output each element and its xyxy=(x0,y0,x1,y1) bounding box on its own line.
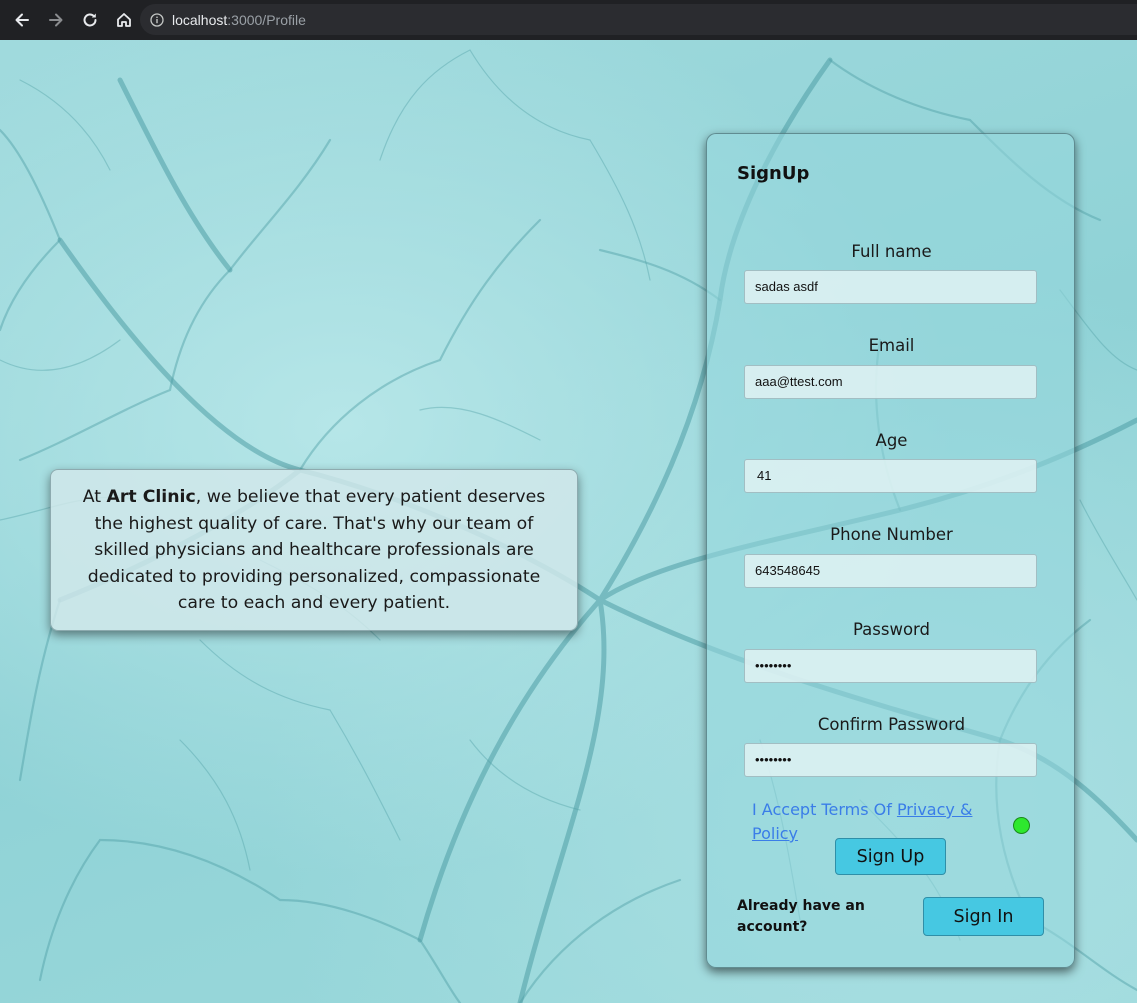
address-bar[interactable]: localhost:3000/Profile xyxy=(140,4,1137,35)
sign-up-button[interactable]: Sign Up xyxy=(835,838,946,875)
phone-input[interactable]: 643548645 xyxy=(744,554,1037,588)
home-icon[interactable] xyxy=(108,4,140,36)
phone-label: Phone Number xyxy=(830,525,953,544)
clinic-name: Art Clinic xyxy=(106,487,196,507)
age-input[interactable]: 41 xyxy=(744,459,1037,493)
age-label: Age xyxy=(875,431,908,450)
email-input[interactable]: aaa@ttest.com xyxy=(744,365,1037,399)
reload-icon[interactable] xyxy=(74,4,106,36)
password-input[interactable]: •••••••• xyxy=(744,649,1037,683)
password-label: Password xyxy=(852,620,931,639)
already-have-account-text: Already have an account? xyxy=(737,898,865,935)
sign-in-button[interactable]: Sign In xyxy=(923,897,1044,936)
browser-toolbar: localhost:3000/Profile xyxy=(0,0,1137,40)
confirm-password-label: Confirm Password xyxy=(817,715,966,734)
clinic-info-card: At Art Clinic, we believe that every pat… xyxy=(50,469,578,631)
full-name-label: Full name xyxy=(851,242,932,261)
terms-label: I Accept Terms Of xyxy=(752,800,897,819)
full-name-input[interactable]: sadas asdf xyxy=(744,270,1037,304)
back-arrow-icon[interactable] xyxy=(6,4,38,36)
url-host: localhost xyxy=(172,11,228,28)
info-icon[interactable] xyxy=(150,12,164,27)
signup-panel: SignUp Full name sadas asdf Email aaa@tt… xyxy=(706,133,1075,968)
forward-arrow-icon[interactable] xyxy=(40,4,72,36)
info-prefix: At xyxy=(82,487,107,507)
signup-title: SignUp xyxy=(737,163,810,184)
confirm-password-input[interactable]: •••••••• xyxy=(744,743,1037,777)
url-path: :3000/Profile xyxy=(227,11,306,28)
email-label: Email xyxy=(868,336,915,355)
terms-accept-radio[interactable] xyxy=(1013,817,1030,834)
